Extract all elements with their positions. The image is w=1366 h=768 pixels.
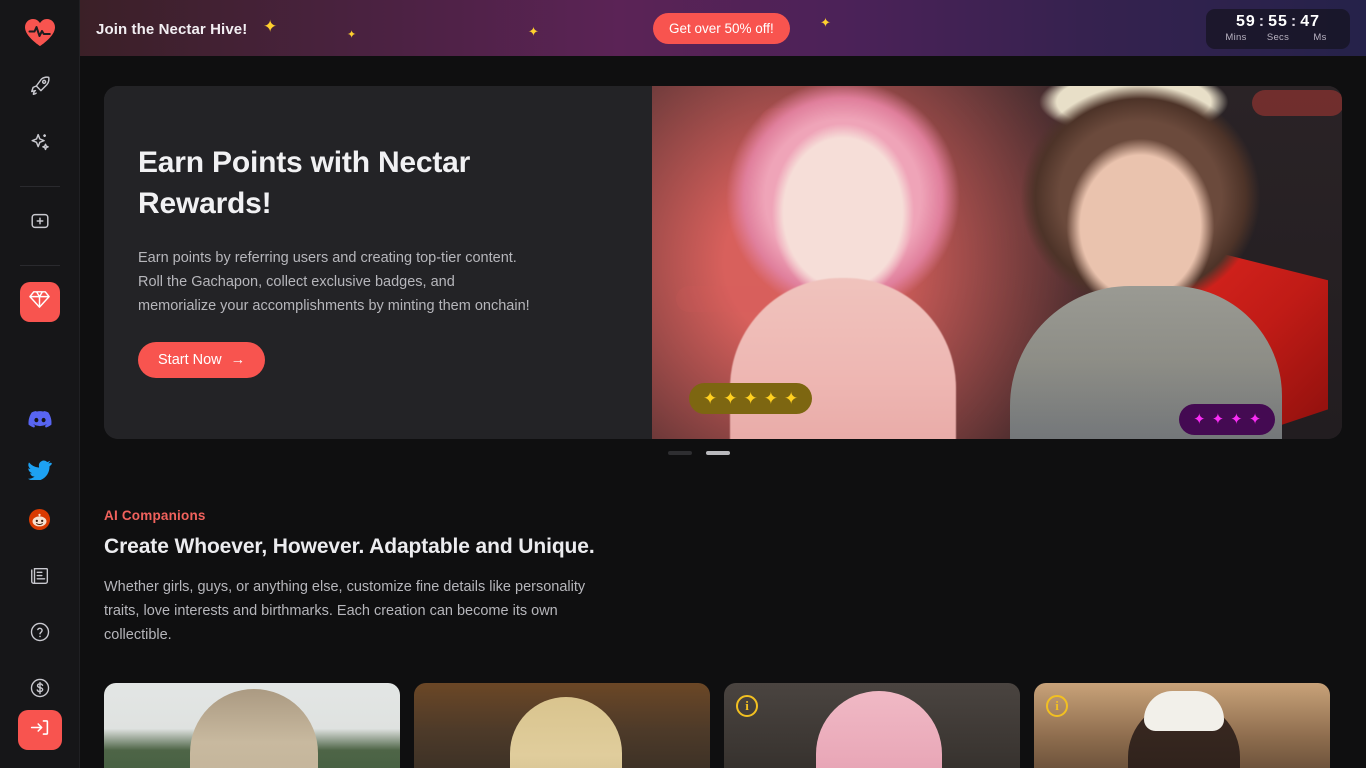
star-icon: ✦ [1230, 411, 1243, 428]
timer-ms-value: 47 [1300, 13, 1321, 30]
companion-card-1[interactable] [104, 683, 400, 768]
card-artwork [414, 683, 710, 768]
star-icon: ✦ [784, 389, 799, 408]
star-icon: ✦ [1211, 411, 1225, 428]
section-eyebrow: AI Companions [104, 508, 206, 523]
sidebar-item-rewards[interactable] [19, 282, 60, 322]
promo-banner: Join the Nectar Hive! ✦ ✦ ✦ ✦ Get over 5… [80, 0, 1366, 58]
info-icon[interactable]: i [1046, 695, 1068, 717]
info-icon[interactable]: i [736, 695, 758, 717]
news-icon [29, 565, 51, 592]
section-heading: Create Whoever, However. Adaptable and U… [104, 535, 595, 558]
timer-labels: Mins Secs Ms [1220, 32, 1336, 44]
sparkle-icon: ✦ [263, 17, 278, 36]
sidebar-item-reddit[interactable] [20, 502, 60, 542]
hero-title: Earn Points with Nectar Rewards! [138, 146, 471, 220]
hero-carousel-slide[interactable]: Earn Points with Nectar Rewards! Earn po… [104, 86, 1342, 439]
sparkle-icon [29, 131, 51, 158]
section-description: Whether girls, guys, or anything else, c… [104, 579, 586, 643]
star-icon: ✦ [1193, 411, 1206, 428]
companion-card-2[interactable] [414, 683, 710, 768]
companion-card-4[interactable]: i [1034, 683, 1330, 768]
timer-separator: : [1258, 13, 1266, 30]
star-icon: ✦ [703, 389, 718, 408]
timer-separator: : [1290, 13, 1298, 30]
sparkle-icon: ✦ [347, 29, 357, 41]
sidebar-item-news[interactable] [20, 558, 60, 598]
discord-icon [28, 410, 52, 434]
hero-text-block: Earn Points with Nectar Rewards! Earn po… [138, 142, 558, 378]
dollar-circle-icon [29, 677, 51, 704]
rocket-icon [29, 75, 51, 102]
sparkle-icon: ✦ [820, 15, 831, 30]
login-button[interactable] [17, 710, 62, 750]
timer-secs-label: Secs [1266, 32, 1290, 43]
timer-mins-value: 59 [1235, 13, 1256, 30]
card-artwork [724, 683, 1020, 768]
start-now-button[interactable]: Start Now → [138, 342, 266, 378]
sidebar-item-twitter[interactable] [20, 452, 60, 492]
start-now-label: Start Now [158, 352, 222, 368]
sidebar-item-pricing[interactable] [20, 670, 60, 710]
companion-card-3[interactable]: i [724, 683, 1020, 768]
promo-offer-button[interactable]: Get over 50% off! [653, 13, 790, 44]
star-icon: ✦ [763, 389, 778, 408]
reddit-icon [28, 508, 51, 536]
sidebar-item-sparkle[interactable] [20, 124, 60, 164]
carousel-dot-1[interactable] [668, 451, 692, 455]
sidebar-item-help[interactable] [20, 614, 60, 654]
hero-description: Earn points by referring users and creat… [138, 250, 530, 314]
sparkle-icon: ✦ [528, 24, 539, 39]
heart-pulse-logo[interactable] [20, 12, 60, 52]
plus-square-icon [29, 210, 51, 237]
timer-ms-label: Ms [1313, 32, 1327, 43]
sidebar-divider-1 [19, 186, 60, 187]
sidebar-item-discord[interactable] [20, 402, 60, 442]
twitter-icon [27, 460, 52, 485]
main-content: Earn Points with Nectar Rewards! Earn po… [80, 58, 1366, 768]
diamond-icon [28, 288, 51, 316]
star-icon: ✦ [1248, 411, 1262, 428]
sidebar-item-rocket[interactable] [20, 68, 60, 108]
card-artwork [104, 683, 400, 768]
sidebar-item-create[interactable] [20, 203, 60, 243]
arrow-right-icon: → [230, 352, 246, 368]
banner-title: Join the Nectar Hive! [96, 20, 248, 38]
companion-card-grid: i i [104, 683, 1342, 768]
login-arrow-icon [29, 717, 50, 743]
carousel-dots [80, 451, 1318, 455]
help-circle-icon [29, 621, 51, 648]
hero-character-beret [982, 86, 1312, 439]
sidebar [0, 0, 80, 768]
countdown-timer: 59:55:47 Mins Secs Ms [1206, 9, 1350, 49]
purple-star-badge: ✦ ✦ ✦ ✦ [1179, 404, 1276, 435]
ai-companions-section: AI Companions Create Whoever, However. A… [104, 508, 1342, 647]
carousel-dot-2[interactable] [706, 451, 730, 455]
sidebar-divider-2 [19, 265, 60, 266]
star-icon: ✦ [743, 389, 758, 408]
gold-star-badge: ✦ ✦ ✦ ✦ ✦ [689, 383, 813, 414]
timer-mins-label: Mins [1225, 32, 1247, 43]
timer-values: 59:55:47 [1220, 12, 1336, 31]
star-icon: ✦ [723, 389, 738, 408]
card-artwork [1034, 683, 1330, 768]
timer-secs-value: 55 [1268, 13, 1288, 30]
